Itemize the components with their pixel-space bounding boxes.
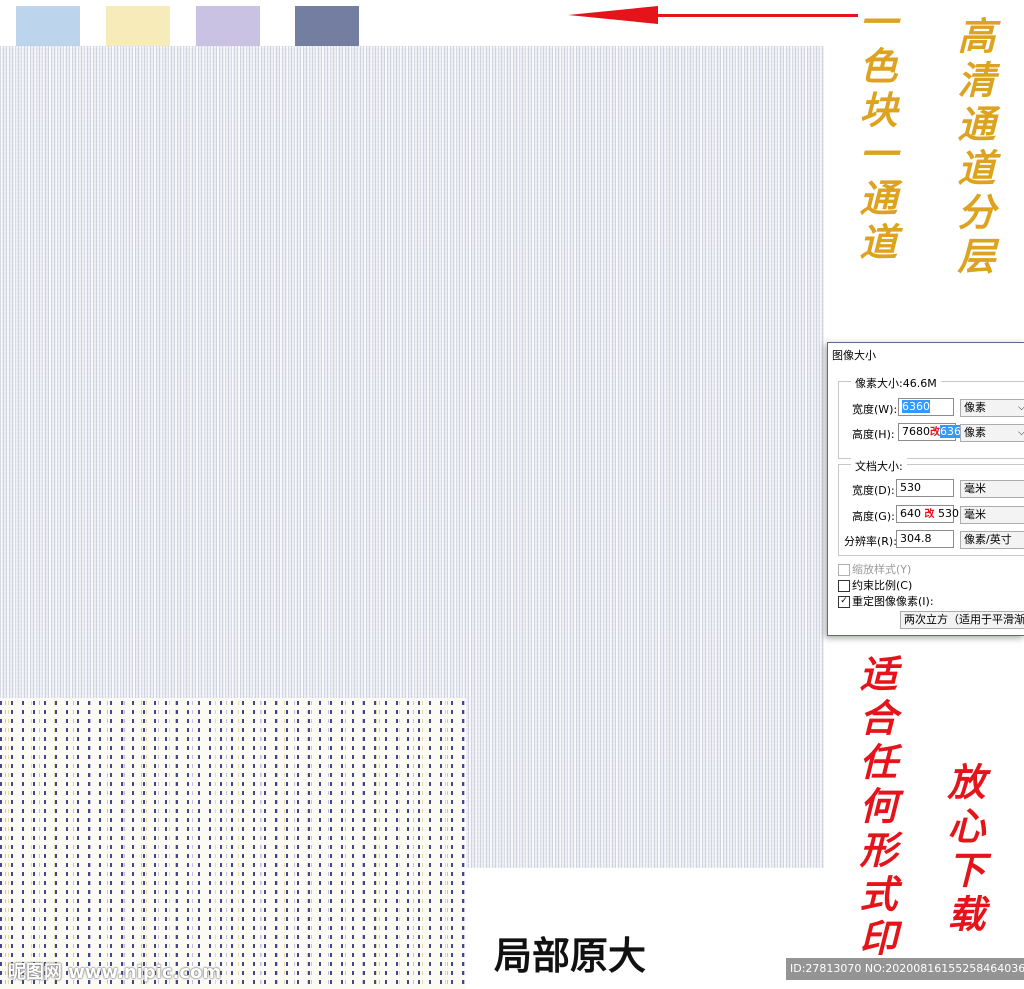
doc-height-unit-select[interactable]: 毫米	[960, 506, 1024, 524]
chevron-down-icon: ⌵	[1018, 400, 1024, 416]
resolution-input[interactable]: 304.8	[896, 530, 954, 548]
dialog-title: 图像大小	[832, 349, 876, 362]
zoom-label: 局部原大	[494, 934, 647, 978]
texture-detail-zoom	[0, 698, 466, 989]
document-size-legend: 文档大小:	[851, 458, 907, 474]
site-watermark: 昵图网 www.nipic.com	[8, 962, 222, 983]
height-input[interactable]: 7680改6360	[898, 423, 968, 441]
swatch-slate	[295, 6, 359, 46]
scale-styles-checkbox[interactable]: 缩放样式(Y)	[838, 561, 911, 577]
chevron-down-icon: ⌵	[1018, 425, 1024, 441]
resample-method-select[interactable]: 两次立方（适用于平滑渐变	[900, 611, 1024, 629]
doc-width-input[interactable]: 530	[896, 479, 954, 497]
doc-height-label: 高度(G):	[852, 510, 895, 523]
resample-checkbox[interactable]: ✓ 重定图像像素(I):	[838, 593, 934, 609]
doc-height-input[interactable]: 640 改 530	[896, 505, 959, 523]
width-label: 宽度(W):	[852, 403, 898, 416]
arrow-head-icon	[568, 6, 658, 24]
doc-width-label: 宽度(D):	[852, 484, 895, 497]
check-icon: ✓	[838, 596, 850, 608]
download-note: 放心下载	[941, 762, 986, 938]
height-label: 高度(H):	[852, 428, 895, 441]
swatch-light-blue	[16, 6, 80, 46]
doc-width-unit-select[interactable]: 毫米	[960, 480, 1024, 498]
image-size-dialog: 图像大小 像素大小:46.6M 宽度(W): 6360 像素⌵ 高度(H): 7…	[827, 342, 1024, 636]
width-unit-select[interactable]: 像素⌵	[960, 399, 1024, 417]
print-note: 适合任何形式印	[853, 654, 898, 962]
constrain-proportions-checkbox[interactable]: 约束比例(C)	[838, 577, 912, 593]
channel-note: 一色块一通道	[853, 2, 898, 266]
pixel-size-group: 像素大小:46.6M	[838, 375, 1024, 459]
swatch-lavender	[196, 6, 260, 46]
pixel-size-legend: 像素大小:46.6M	[851, 375, 941, 391]
width-input[interactable]: 6360	[898, 398, 954, 416]
swatch-cream	[106, 6, 170, 46]
height-unit-select[interactable]: 像素⌵	[960, 424, 1024, 442]
image-id-watermark: ID:27813070 NO:20200816155258464036	[786, 958, 1024, 980]
resolution-unit-select[interactable]: 像素/英寸	[960, 531, 1024, 549]
resolution-label: 分辨率(R):	[844, 535, 897, 548]
hd-note: 高清通道分层	[951, 16, 996, 280]
